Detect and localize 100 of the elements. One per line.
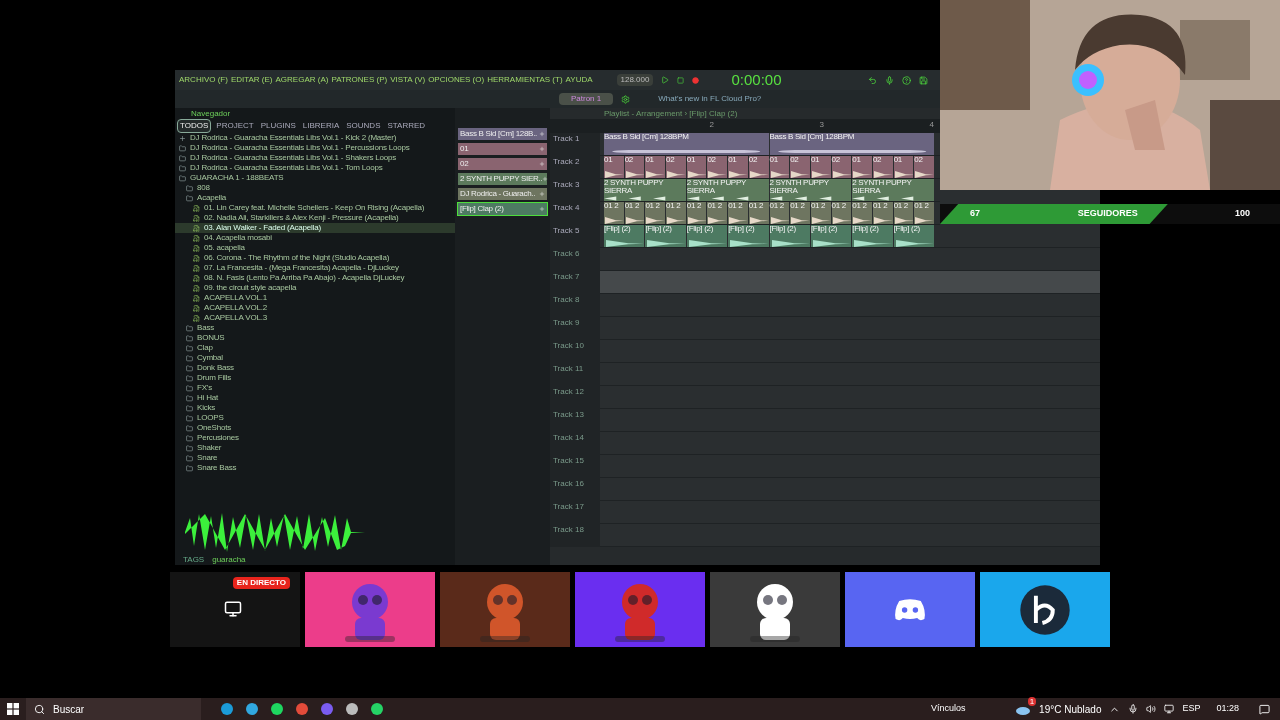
- app-icon[interactable]: [271, 703, 283, 715]
- track-label[interactable]: Track 18: [550, 524, 600, 547]
- track-label[interactable]: Track 7: [550, 271, 600, 294]
- logo-tile[interactable]: [980, 572, 1110, 647]
- browser-item[interactable]: Drum Fills: [175, 373, 455, 383]
- playlist-clip[interactable]: 01: [810, 156, 831, 178]
- menu-item[interactable]: VISTA (V): [390, 74, 426, 86]
- playlist-clip[interactable]: [Flip] (2): [686, 225, 728, 247]
- notification-icon[interactable]: [1259, 703, 1270, 715]
- playlist-clip[interactable]: 02: [790, 156, 810, 178]
- playlist-clip[interactable]: 01: [728, 156, 748, 178]
- playlist-clip[interactable]: 2 SYNTH PUPPY SIERRA: [686, 179, 769, 201]
- app-icon[interactable]: [246, 703, 258, 715]
- track-label[interactable]: Track 11: [550, 363, 600, 386]
- playlist-clip[interactable]: 01 2: [624, 202, 645, 224]
- menu-item[interactable]: OPCIONES (O): [428, 74, 485, 86]
- channel-button[interactable]: 02: [458, 158, 547, 170]
- playlist-clip[interactable]: 01 2: [872, 202, 893, 224]
- browser-tab[interactable]: STARRED: [385, 119, 428, 132]
- microphone-icon[interactable]: [1128, 704, 1139, 714]
- playlist-clip[interactable]: 01: [852, 156, 872, 178]
- browser-tab[interactable]: PLUGINS: [258, 119, 298, 132]
- track-label[interactable]: Track 4: [550, 202, 600, 225]
- track-label[interactable]: Track 9: [550, 317, 600, 340]
- browser-item[interactable]: 808: [175, 183, 455, 193]
- browser-item[interactable]: 03. Alan Walker - Faded (Acapella): [175, 223, 455, 233]
- track-label[interactable]: Track 3: [550, 179, 600, 202]
- browser-item[interactable]: Hi Hat: [175, 393, 455, 403]
- playlist-clip[interactable]: 01 2: [810, 202, 831, 224]
- browser-item[interactable]: DJ Rodrica - Guaracha Essentials Libs Vol.1 - Tom Loops: [175, 163, 455, 173]
- playlist-clip[interactable]: 2 SYNTH PUPPY SIERRA: [604, 179, 686, 201]
- playlist-clip[interactable]: 2 SYNTH PUPPY SIERRA: [852, 179, 934, 201]
- track-label[interactable]: Track 1: [550, 133, 600, 156]
- track-label[interactable]: Track 16: [550, 478, 600, 501]
- browser-item[interactable]: Snare: [175, 453, 455, 463]
- browser-item[interactable]: OneShots: [175, 423, 455, 433]
- browser-item[interactable]: Cymbal: [175, 353, 455, 363]
- playlist-clip[interactable]: 01 2: [666, 202, 686, 224]
- playlist-clip[interactable]: [Flip] (2): [728, 225, 769, 247]
- playlist-clip[interactable]: 02: [872, 156, 893, 178]
- playlist-clip[interactable]: 01 2: [831, 202, 852, 224]
- playlist-clip[interactable]: [Flip] (2): [893, 225, 934, 247]
- browser-item[interactable]: Donk Bass: [175, 363, 455, 373]
- playlist-clip[interactable]: 02: [914, 156, 934, 178]
- playlist-clip[interactable]: 02: [748, 156, 769, 178]
- browser-item[interactable]: Kicks: [175, 403, 455, 413]
- playlist-clip[interactable]: 01 2: [645, 202, 666, 224]
- browser-item[interactable]: 09. the circuit style acapella: [175, 283, 455, 293]
- playlist-clip[interactable]: 01: [645, 156, 666, 178]
- browser-item[interactable]: Bass: [175, 323, 455, 333]
- playlist-clip[interactable]: 01 2: [728, 202, 748, 224]
- playlist-clip[interactable]: 01: [604, 156, 624, 178]
- track-label[interactable]: Track 6: [550, 248, 600, 271]
- playlist-clip[interactable]: 01 2: [852, 202, 872, 224]
- app-icon[interactable]: [346, 703, 358, 715]
- taskbar-search[interactable]: Buscar: [26, 698, 201, 720]
- playlist-clip[interactable]: 02: [707, 156, 728, 178]
- channel-button[interactable]: 01: [458, 143, 547, 155]
- playlist-clip[interactable]: 01: [893, 156, 914, 178]
- browser-item[interactable]: Shaker: [175, 443, 455, 453]
- playlist-clip[interactable]: 01 2: [686, 202, 707, 224]
- playlist-clip[interactable]: Bass B Sid [Cm] 128BPM: [769, 133, 934, 155]
- playlist-clip[interactable]: 01 2: [769, 202, 790, 224]
- playlist-clip[interactable]: 01 2: [790, 202, 810, 224]
- track-label[interactable]: Track 13: [550, 409, 600, 432]
- browser-item[interactable]: Snare Bass: [175, 463, 455, 473]
- browser-item[interactable]: ACAPELLA VOL.2: [175, 303, 455, 313]
- windows-icon[interactable]: [7, 703, 19, 715]
- browser-item[interactable]: LOOPS: [175, 413, 455, 423]
- language-indicator[interactable]: ESP: [1182, 702, 1201, 716]
- playlist-clip[interactable]: [Flip] (2): [604, 225, 645, 247]
- track-label[interactable]: Track 12: [550, 386, 600, 409]
- browser-item[interactable]: Percusiones: [175, 433, 455, 443]
- browser-tab[interactable]: PROJECT: [214, 119, 256, 132]
- playlist-clip[interactable]: 01 2: [748, 202, 769, 224]
- playlist-clip[interactable]: [Flip] (2): [852, 225, 893, 247]
- browser-item[interactable]: BONUS: [175, 333, 455, 343]
- browser-item[interactable]: Clap: [175, 343, 455, 353]
- browser-item[interactable]: ACAPELLA VOL.1: [175, 293, 455, 303]
- track-label[interactable]: Track 15: [550, 455, 600, 478]
- browser-item[interactable]: ACAPELLA VOL.3: [175, 313, 455, 323]
- help-icon[interactable]: [902, 75, 911, 85]
- browser-item[interactable]: FX's: [175, 383, 455, 393]
- playlist-clip[interactable]: 02: [666, 156, 686, 178]
- track-label[interactable]: Track 5: [550, 225, 600, 248]
- browser-item[interactable]: DJ Rodrica - Guaracha Essentials Libs Vol.1 - Shakers Loops: [175, 153, 455, 163]
- playlist-clip[interactable]: 01 2: [914, 202, 934, 224]
- playlist-clip[interactable]: Bass B Sid [Cm] 128BPM: [604, 133, 769, 155]
- browser-item[interactable]: 06. Corona - The Rhythm of the Night (Studio Acapella): [175, 253, 455, 263]
- browser-item[interactable]: DJ Rodrica - Guaracha Essentials Libs Vol.1 - Percussions Loops: [175, 143, 455, 153]
- browser-item[interactable]: 02. Nadia Ali, Starkillers & Alex Kenji - Pressure (Acapella): [175, 213, 455, 223]
- playlist-clip[interactable]: 01 2: [707, 202, 728, 224]
- channel-button[interactable]: [Flip] Clap (2): [458, 203, 547, 215]
- weather-text[interactable]: 19°C Nublado: [1039, 701, 1102, 717]
- play-icon[interactable]: [661, 76, 670, 84]
- stop-icon[interactable]: [677, 76, 685, 84]
- browser-tab[interactable]: TODOS: [177, 118, 212, 133]
- browser-item[interactable]: 07. La Francesita - (Mega Francesita) Acapella - DjLuckey: [175, 263, 455, 273]
- track-label[interactable]: Track 8: [550, 294, 600, 317]
- browser-item[interactable]: 04. Acapella mosabi: [175, 233, 455, 243]
